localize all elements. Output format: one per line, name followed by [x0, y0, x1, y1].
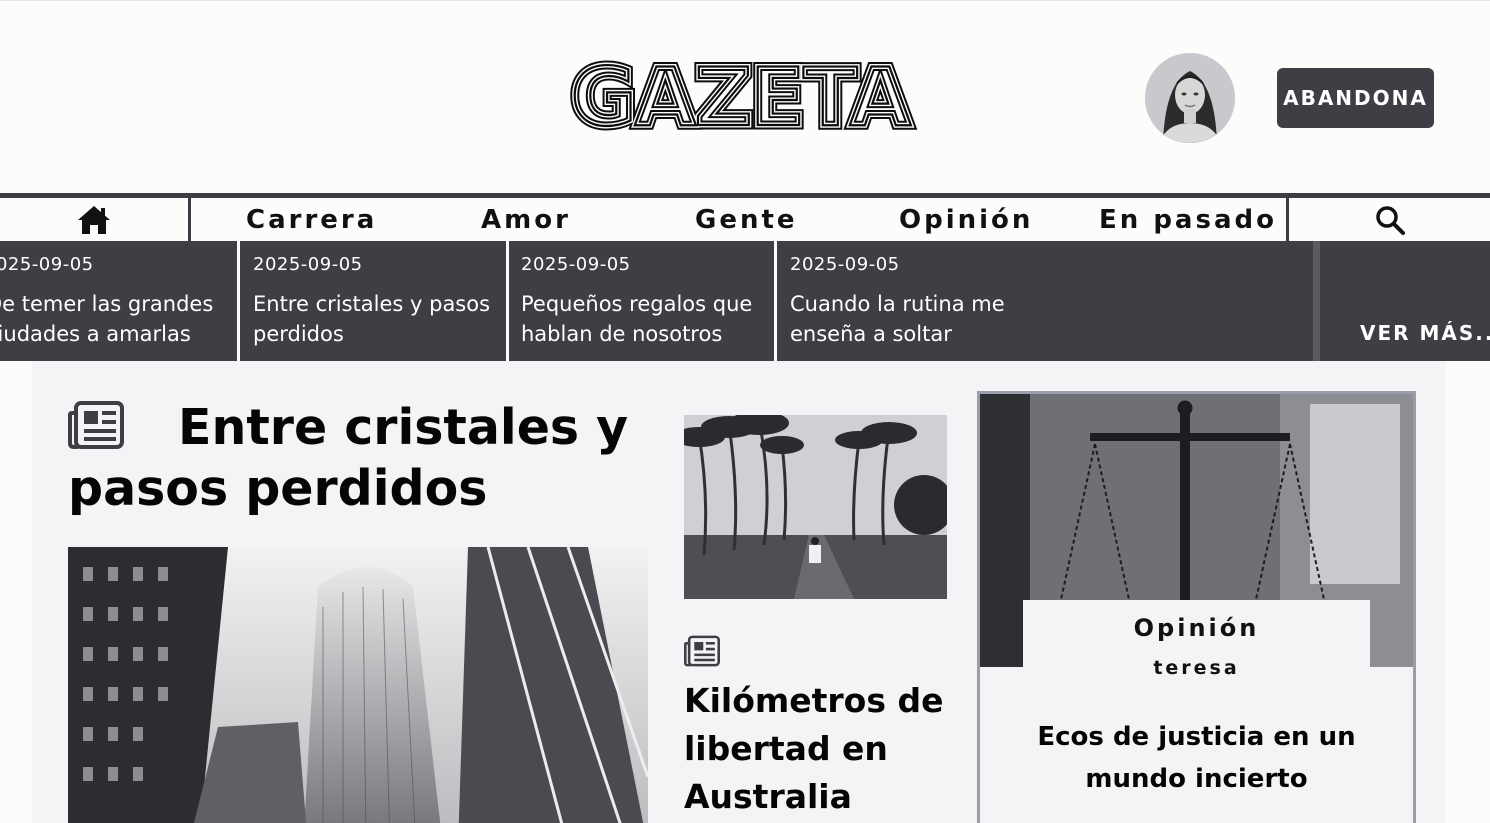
main-nav: Carrera Amor Gente Opinión En pasado	[0, 193, 1490, 241]
see-more-label: VER MÁS...	[1360, 321, 1490, 345]
opinion-card[interactable]: Opinión teresa Ecos de justicia en un mu…	[977, 391, 1416, 823]
ticker-item[interactable]: 2025-09-05 Cuando la rutina me enseña a …	[777, 241, 1313, 361]
user-avatar[interactable]	[1145, 53, 1235, 143]
ticker-title-line: Cuando la rutina me	[790, 292, 1005, 316]
nav-item-carrera[interactable]: Carrera	[246, 198, 377, 241]
ticker-item[interactable]: 2025-09-05 Entre cristales y pasos perdi…	[240, 241, 506, 361]
ticker-title: Pequeños regalos que hablan de nosotros	[521, 289, 752, 349]
ticker-date: 2025-09-05	[521, 254, 631, 275]
news-ticker: 2025-09-05 De temer las grandes ciudades…	[0, 241, 1490, 361]
nav-item-en-pasado[interactable]: En pasado	[1099, 198, 1277, 241]
ticker-title-line: enseña a soltar	[790, 322, 952, 346]
secondary-article-image[interactable]	[684, 415, 947, 599]
nav-item-gente[interactable]: Gente	[695, 198, 798, 241]
ticker-title-line: hablan de nosotros	[521, 322, 723, 346]
ticker-date: 2025-09-05	[253, 254, 363, 275]
opinion-card-title[interactable]: Ecos de justicia en un mundo incierto	[1000, 716, 1393, 800]
opinion-category[interactable]: Opinión	[1023, 614, 1370, 642]
lead-article-image[interactable]	[68, 547, 648, 823]
skyscrapers-photo	[68, 547, 648, 823]
site-logo[interactable]: GAZETA GAZETA GAZETA	[560, 59, 920, 133]
ticker-item[interactable]: 2025-09-05 Pequeños regalos que hablan d…	[509, 241, 774, 361]
ticker-title-line: Entre cristales y pasos	[253, 292, 491, 316]
logo-wordmark: GAZETA GAZETA GAZETA	[566, 59, 918, 133]
site-header: GAZETA GAZETA GAZETA ABANDONA	[0, 0, 1490, 193]
ticker-date: 2025-09-05	[790, 254, 900, 275]
ticker-title: De temer las grandes ciudades a amarlas	[0, 289, 213, 349]
leave-button[interactable]: ABANDONA	[1277, 68, 1434, 128]
ticker-item[interactable]: 2025-09-05 De temer las grandes ciudades…	[0, 241, 237, 361]
palm-road-photo	[684, 415, 947, 599]
ticker-title: Cuando la rutina me enseña a soltar	[790, 289, 1005, 349]
search-icon	[1375, 205, 1405, 235]
nav-item-amor[interactable]: Amor	[481, 198, 571, 241]
lead-article-title[interactable]: Entre cristales y pasos perdidos	[68, 397, 648, 519]
nav-item-opinion[interactable]: Opinión	[899, 198, 1033, 241]
avatar-portrait	[1145, 53, 1235, 143]
ticker-title-line: perdidos	[253, 322, 344, 346]
nav-search[interactable]	[1286, 198, 1490, 241]
ticker-title-line: De temer las grandes	[0, 292, 214, 316]
ticker-title-line: ciudades a amarlas	[0, 322, 191, 346]
ticker-title-line: Pequeños regalos que	[521, 292, 753, 316]
home-icon	[78, 205, 110, 234]
newspaper-icon	[684, 635, 720, 667]
svg-text:GAZETA: GAZETA	[571, 59, 912, 133]
opinion-card-label: Opinión teresa	[1023, 600, 1370, 692]
nav-home[interactable]	[0, 198, 191, 241]
see-more-button[interactable]: VER MÁS...	[1313, 241, 1490, 361]
main-content: Entre cristales y pasos perdidos Kilómet…	[32, 361, 1446, 823]
ticker-date: 2025-09-05	[0, 254, 94, 275]
opinion-author[interactable]: teresa	[1023, 657, 1370, 679]
ticker-title: Entre cristales y pasos perdidos	[253, 289, 490, 349]
secondary-article-title[interactable]: Kilómetros de libertad en Australia	[684, 677, 954, 821]
